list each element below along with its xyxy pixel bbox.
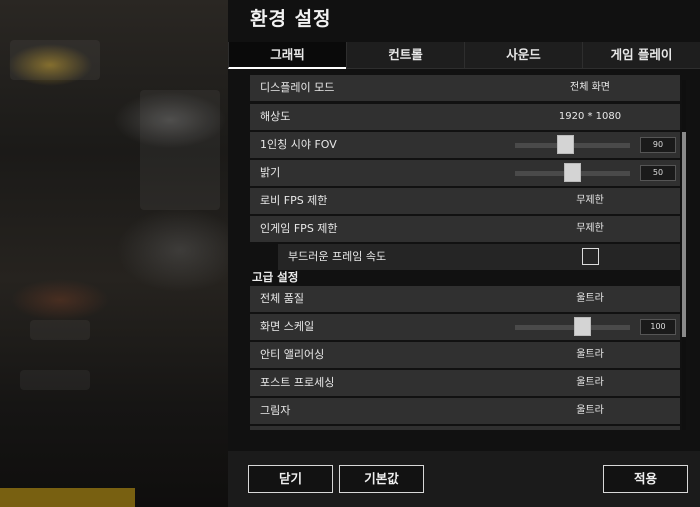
close-button[interactable]: 닫기	[248, 465, 333, 493]
section-title-advanced: 고급 설정	[252, 270, 299, 284]
screen-scale-slider[interactable]	[515, 317, 630, 336]
fov-value-field[interactable]: 90	[640, 137, 676, 153]
setting-label: 해상도	[260, 110, 291, 123]
setting-label: 인게임 FPS 제한	[260, 222, 338, 235]
tab-gameplay[interactable]: 게임 플레이	[582, 42, 700, 69]
brightness-value-field[interactable]: 50	[640, 165, 676, 181]
setting-label: 화면 스케일	[260, 320, 315, 333]
tab-controls[interactable]: 컨트롤	[346, 42, 464, 69]
settings-tabs: 그래픽 컨트롤 사운드 게임 플레이	[228, 42, 700, 69]
overall-quality-select[interactable]: 울트라	[500, 286, 680, 312]
brightness-slider[interactable]	[515, 163, 630, 182]
lobby-fps-select[interactable]: 무제한	[500, 188, 680, 214]
page-title: 환경 설정	[250, 8, 332, 30]
background-blob	[140, 90, 220, 210]
setting-row-overall-quality[interactable]: 전체 품질 울트라	[250, 286, 680, 312]
display-mode-select[interactable]: 전체 화면	[500, 75, 680, 101]
brightness-slider-thumb[interactable]	[564, 163, 581, 182]
setting-label: 로비 FPS 제한	[260, 194, 328, 207]
setting-row-ingame-fps[interactable]: 인게임 FPS 제한 무제한	[250, 216, 680, 242]
background-blob	[30, 320, 90, 340]
ingame-fps-select[interactable]: 무제한	[500, 216, 680, 242]
setting-label: 포스트 프로세싱	[260, 376, 335, 389]
tab-graphics[interactable]: 그래픽	[228, 42, 346, 69]
setting-label: 1인칭 시야 FOV	[260, 138, 337, 151]
setting-row-lobby-fps[interactable]: 로비 FPS 제한 무제한	[250, 188, 680, 214]
setting-label: 그림자	[260, 404, 291, 417]
background-highlight	[0, 488, 135, 507]
screen-scale-slider-thumb[interactable]	[574, 317, 591, 336]
resolution-select[interactable]: 1920 * 1080	[500, 104, 680, 130]
setting-row-shadows[interactable]: 그림자 울트라	[250, 398, 680, 424]
settings-list: 디스플레이 모드 전체 화면 해상도 1920 * 1080 1인칭 시야 FO…	[250, 75, 680, 430]
background-blob	[20, 370, 90, 390]
smooth-framerate-checkbox[interactable]	[582, 248, 599, 265]
default-button[interactable]: 기본값	[339, 465, 424, 493]
post-processing-select[interactable]: 울트라	[500, 370, 680, 396]
setting-label: 부드러운 프레임 속도	[288, 250, 387, 263]
blurred-game-background	[0, 0, 228, 507]
setting-label: 디스플레이 모드	[260, 81, 335, 94]
fov-slider-thumb[interactable]	[557, 135, 574, 154]
setting-row-partial	[250, 426, 680, 430]
setting-row-brightness: 밝기 50	[250, 160, 680, 186]
setting-label: 안티 앨리어싱	[260, 348, 325, 361]
settings-scrollbar[interactable]	[682, 80, 686, 430]
scrollbar-thumb[interactable]	[682, 132, 686, 337]
setting-label: 밝기	[260, 166, 281, 179]
fov-slider[interactable]	[515, 135, 630, 154]
tab-sound[interactable]: 사운드	[464, 42, 582, 69]
setting-row-screen-scale: 화면 스케일 100	[250, 314, 680, 340]
setting-row-resolution[interactable]: 해상도 1920 * 1080	[250, 104, 680, 130]
setting-label: 전체 품질	[260, 292, 304, 305]
background-blob	[10, 40, 100, 80]
setting-row-fov: 1인칭 시야 FOV 90	[250, 132, 680, 158]
setting-row-post-processing[interactable]: 포스트 프로세싱 울트라	[250, 370, 680, 396]
setting-row-anti-aliasing[interactable]: 안티 앨리어싱 울트라	[250, 342, 680, 368]
apply-button[interactable]: 적용	[603, 465, 688, 493]
screen-scale-value-field[interactable]: 100	[640, 319, 676, 335]
setting-row-display-mode[interactable]: 디스플레이 모드 전체 화면	[250, 75, 680, 101]
setting-row-smooth-framerate[interactable]: 부드러운 프레임 속도	[278, 244, 680, 270]
shadows-select[interactable]: 울트라	[500, 398, 680, 424]
anti-aliasing-select[interactable]: 울트라	[500, 342, 680, 368]
